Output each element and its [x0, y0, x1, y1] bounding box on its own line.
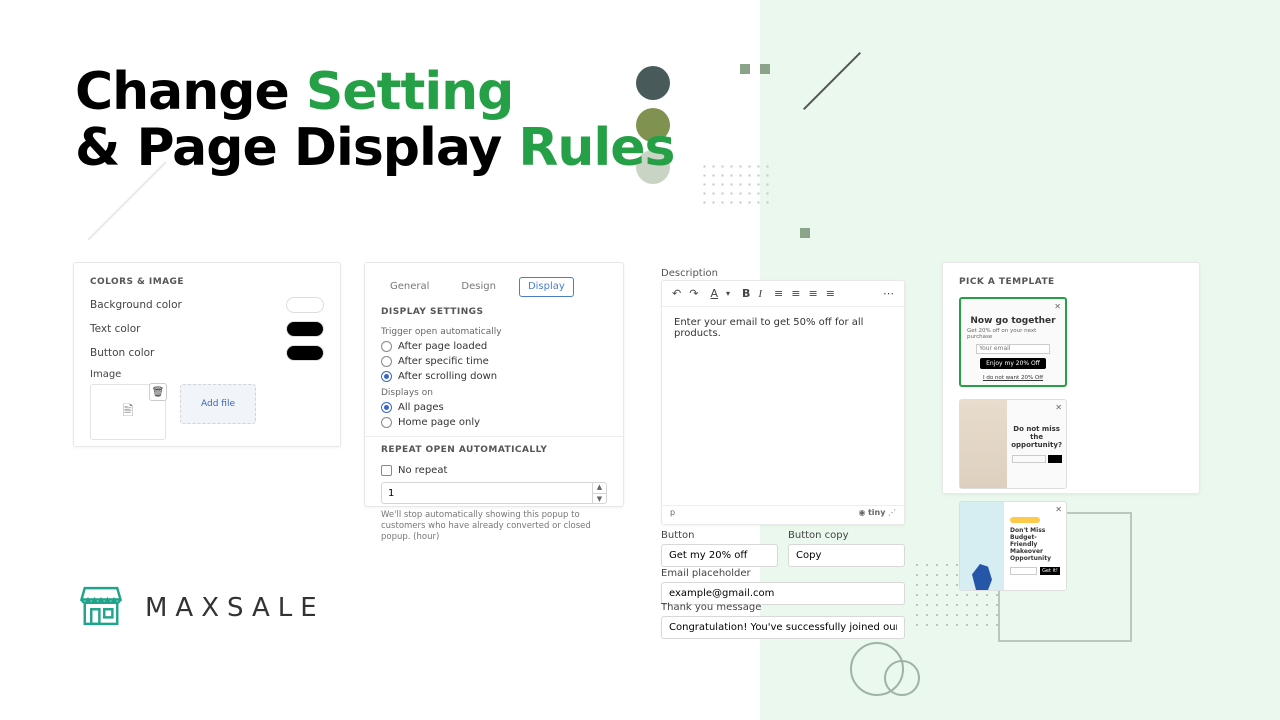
- tpl3-badge: [1010, 517, 1040, 523]
- bg-color-label: Background color: [90, 299, 182, 311]
- colors-image-panel: COLORS & IMAGE Background color Text col…: [73, 262, 341, 447]
- displays-all-pages[interactable]: All pages: [381, 402, 607, 413]
- button-copy-label: Button copy: [788, 530, 905, 541]
- tiny-brand: tiny: [868, 508, 885, 517]
- tpl1-sub: Get 20% off on your next purchase: [967, 328, 1059, 340]
- bold-icon[interactable]: B: [742, 287, 750, 300]
- hero-accent: Rules: [518, 118, 674, 178]
- chevron-down-icon[interactable]: ▾: [726, 289, 730, 298]
- tpl2-photo: [960, 400, 1007, 488]
- display-settings-title: DISPLAY SETTINGS: [381, 307, 607, 317]
- resize-handle-icon[interactable]: ⋰: [888, 508, 896, 517]
- tab-general[interactable]: General: [381, 277, 438, 297]
- template-option-2[interactable]: ✕ Do not miss the opportunity?: [959, 399, 1067, 489]
- redo-icon[interactable]: ↷: [689, 287, 698, 300]
- template-picker-panel: PICK A TEMPLATE ✕ Now go together Get 20…: [942, 262, 1200, 494]
- tpl1-button: Enjoy my 20% Off: [980, 358, 1046, 369]
- hero-text: Change: [75, 62, 306, 122]
- decor-square: [740, 64, 750, 74]
- storefront-icon: [75, 580, 127, 636]
- tpl1-title: Now go together: [970, 316, 1055, 326]
- panel-title: COLORS & IMAGE: [90, 277, 324, 287]
- decor-dotgrid: [700, 162, 770, 208]
- more-icon[interactable]: ⋯: [883, 287, 894, 300]
- image-thumbnail[interactable]: 🗑 🖹: [90, 384, 166, 440]
- hero-accent: Setting: [306, 62, 514, 122]
- button-color-label: Button color: [90, 347, 154, 359]
- add-file-button[interactable]: Add file: [180, 384, 256, 424]
- tpl3-line2: Makeover Opportunity: [1010, 548, 1060, 562]
- brand-name: MAXSALE: [145, 593, 325, 623]
- displays-home-only[interactable]: Home page only: [381, 417, 607, 428]
- hero-text: & Page Display: [75, 118, 518, 178]
- button-label: Button: [661, 530, 778, 541]
- repeat-hint: We'll stop automatically showing this po…: [381, 510, 607, 543]
- align-center-icon[interactable]: ≡: [791, 287, 800, 300]
- undo-icon[interactable]: ↶: [672, 287, 681, 300]
- tpl3-photo: [960, 502, 1004, 590]
- displays-on-label: Displays on: [381, 388, 607, 398]
- template-title: PICK A TEMPLATE: [959, 277, 1183, 287]
- editor-toolbar: ↶ ↷ A ▾ B I ≡ ≡ ≡ ≡ ⋯: [662, 281, 904, 307]
- description-editor: ↶ ↷ A ▾ B I ≡ ≡ ≡ ≡ ⋯ Enter your email to…: [661, 280, 905, 525]
- delete-image-button[interactable]: 🗑: [149, 383, 167, 401]
- tpl2-input: [1012, 455, 1046, 463]
- editor-content[interactable]: Enter your email to get 50% off for all …: [662, 307, 904, 505]
- close-icon[interactable]: ✕: [1055, 403, 1062, 412]
- display-settings-panel: General Design Display DISPLAY SETTINGS …: [364, 262, 624, 507]
- template-option-3[interactable]: ✕ Don't Miss Budget-Friendly Makeover Op…: [959, 501, 1067, 591]
- trigger-after-time[interactable]: After specific time: [381, 356, 607, 367]
- trigger-label: Trigger open automatically: [381, 327, 607, 337]
- tpl1-email: [976, 344, 1050, 354]
- hero-heading: Change Setting & Page Display Rules: [75, 65, 674, 176]
- italic-icon[interactable]: I: [758, 288, 762, 300]
- document-icon: 🖹: [122, 400, 133, 424]
- thank-you-input[interactable]: [661, 616, 905, 639]
- thank-you-label: Thank you message: [661, 602, 905, 613]
- tab-design[interactable]: Design: [452, 277, 505, 297]
- template-option-1[interactable]: ✕ Now go together Get 20% off on your ne…: [959, 297, 1067, 387]
- repeat-title: REPEAT OPEN AUTOMATICALLY: [381, 445, 607, 455]
- tpl3-input: [1010, 567, 1037, 575]
- tab-display[interactable]: Display: [519, 277, 574, 297]
- no-repeat-checkbox[interactable]: No repeat: [381, 465, 607, 476]
- tpl2-title: Do not miss the opportunity?: [1011, 425, 1062, 449]
- tiny-logo-icon: ◉: [858, 508, 865, 517]
- trigger-after-loaded[interactable]: After page loaded: [381, 341, 607, 352]
- repeat-value-field[interactable]: [382, 488, 592, 499]
- button-text-input[interactable]: [661, 544, 778, 567]
- bg-color-swatch[interactable]: [286, 297, 324, 313]
- repeat-interval-input[interactable]: ▲▼: [381, 482, 607, 504]
- decor-square: [800, 228, 810, 238]
- shoe-icon: [972, 564, 992, 590]
- text-color-swatch[interactable]: [286, 321, 324, 337]
- close-icon[interactable]: ✕: [1055, 505, 1062, 514]
- tpl3-line1: Don't Miss Budget-Friendly: [1010, 527, 1060, 548]
- button-color-swatch[interactable]: [286, 345, 324, 361]
- email-placeholder-label: Email placeholder: [661, 568, 905, 579]
- button-copy-input[interactable]: [788, 544, 905, 567]
- close-icon[interactable]: ✕: [1054, 302, 1061, 311]
- align-left-icon[interactable]: ≡: [774, 287, 783, 300]
- tpl3-button: Get it!: [1040, 567, 1060, 575]
- align-justify-icon[interactable]: ≡: [826, 287, 835, 300]
- image-label: Image: [90, 369, 324, 380]
- tpl1-decline: I do not want 20% Off: [983, 375, 1043, 381]
- decor-ring: [884, 660, 920, 696]
- number-stepper[interactable]: ▲▼: [592, 482, 606, 504]
- settings-tabs: General Design Display: [381, 277, 607, 297]
- text-color-icon[interactable]: A: [710, 287, 718, 300]
- editor-path: p: [670, 508, 675, 517]
- text-color-label: Text color: [90, 323, 140, 335]
- align-right-icon[interactable]: ≡: [808, 287, 817, 300]
- tpl2-button: [1048, 455, 1062, 463]
- brand-logo: MAXSALE: [75, 580, 325, 636]
- trigger-after-scroll[interactable]: After scrolling down: [381, 371, 607, 382]
- decor-square: [760, 64, 770, 74]
- description-label: Description: [661, 268, 718, 279]
